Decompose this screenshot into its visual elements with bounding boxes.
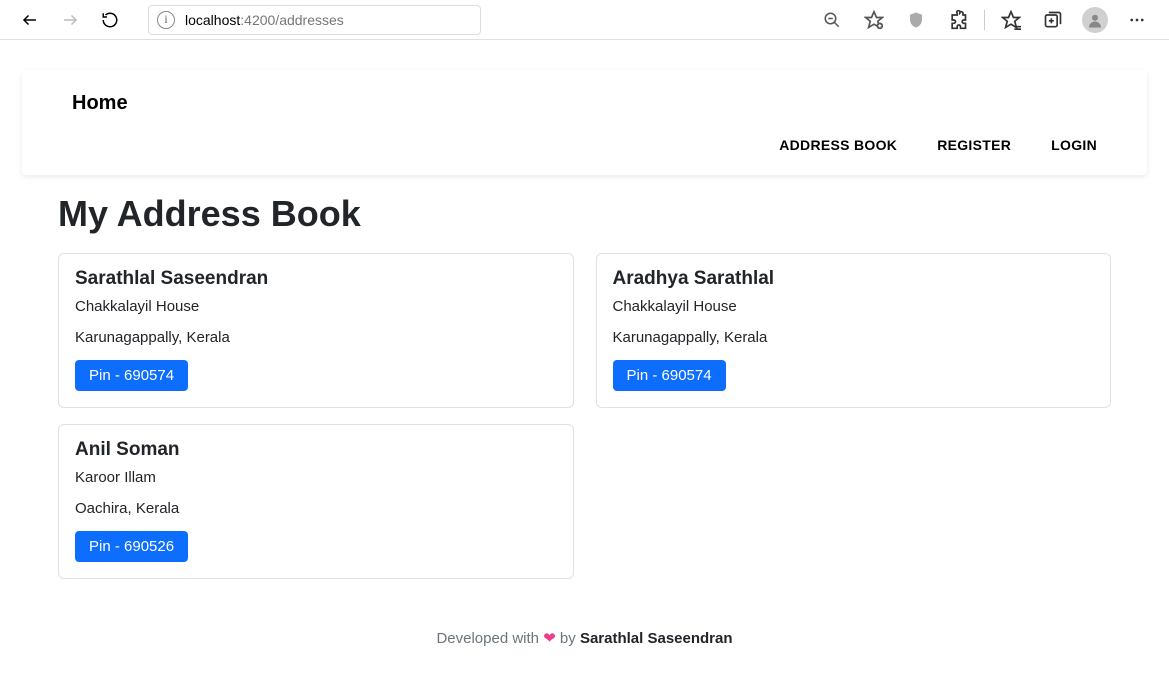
card-locality: Karunagappally, Kerala [613,329,1095,346]
card-house: Chakkalayil House [613,298,1095,315]
favorites-list-button[interactable] [991,4,1031,36]
collections-button[interactable] [1033,4,1073,36]
card-house: Karoor Illam [75,469,557,486]
pin-button[interactable]: Pin - 690574 [613,360,726,391]
footer: Developed with ❤ by Sarathlal Saseendran [22,629,1147,657]
star-list-icon [1001,10,1021,30]
card-name: Anil Soman [75,439,557,461]
more-button[interactable] [1117,4,1157,36]
avatar-icon [1082,7,1108,33]
favorite-button[interactable] [854,4,894,36]
card-house: Chakkalayil House [75,298,557,315]
star-add-icon [864,10,884,30]
puzzle-icon [948,10,968,30]
address-card: Sarathlal Saseendran Chakkalayil House K… [58,253,574,408]
refresh-button[interactable] [92,4,128,36]
more-icon [1128,11,1146,29]
collections-icon [1043,10,1063,30]
footer-author: Sarathlal Saseendran [580,630,733,647]
toolbar-right [812,4,1157,36]
url-host: localhost [185,12,240,28]
card-name: Aradhya Sarathlal [613,268,1095,290]
zoom-out-icon [823,11,841,29]
refresh-icon [101,11,119,29]
site-info-icon[interactable]: i [157,11,175,29]
forward-button[interactable] [52,4,88,36]
address-card: Aradhya Sarathlal Chakkalayil House Karu… [596,253,1112,408]
heart-icon: ❤ [543,630,556,647]
footer-mid: by [556,630,580,647]
browser-toolbar: i localhost:4200/addresses [0,0,1169,40]
address-bar[interactable]: i localhost:4200/addresses [148,5,481,35]
profile-button[interactable] [1075,4,1115,36]
card-name: Sarathlal Saseendran [75,268,557,290]
app-header: Home ADDRESS BOOK REGISTER LOGIN [22,70,1147,175]
brand-link[interactable]: Home [72,92,1097,115]
nav-bar: ADDRESS BOOK REGISTER LOGIN [72,137,1097,153]
footer-prefix: Developed with [436,630,543,647]
pin-button[interactable]: Pin - 690526 [75,531,188,562]
pin-button[interactable]: Pin - 690574 [75,360,188,391]
toolbar-separator [984,10,985,30]
cards-container: Sarathlal Saseendran Chakkalayil House K… [22,253,1147,589]
url-path: :4200/addresses [240,12,344,28]
tracking-button[interactable] [896,4,936,36]
zoom-out-button[interactable] [812,4,852,36]
page-title: My Address Book [58,193,1147,235]
card-locality: Oachira, Kerala [75,500,557,517]
nav-login[interactable]: LOGIN [1051,137,1097,153]
nav-register[interactable]: REGISTER [937,137,1011,153]
back-button[interactable] [12,4,48,36]
back-icon [21,11,39,29]
shield-icon [907,10,925,30]
card-locality: Karunagappally, Kerala [75,329,557,346]
extensions-button[interactable] [938,4,978,36]
address-card: Anil Soman Karoor Illam Oachira, Kerala … [58,424,574,579]
nav-address-book[interactable]: ADDRESS BOOK [779,137,897,153]
page-content: Home ADDRESS BOOK REGISTER LOGIN My Addr… [0,40,1169,667]
url-text: localhost:4200/addresses [185,12,344,28]
forward-icon [61,11,79,29]
